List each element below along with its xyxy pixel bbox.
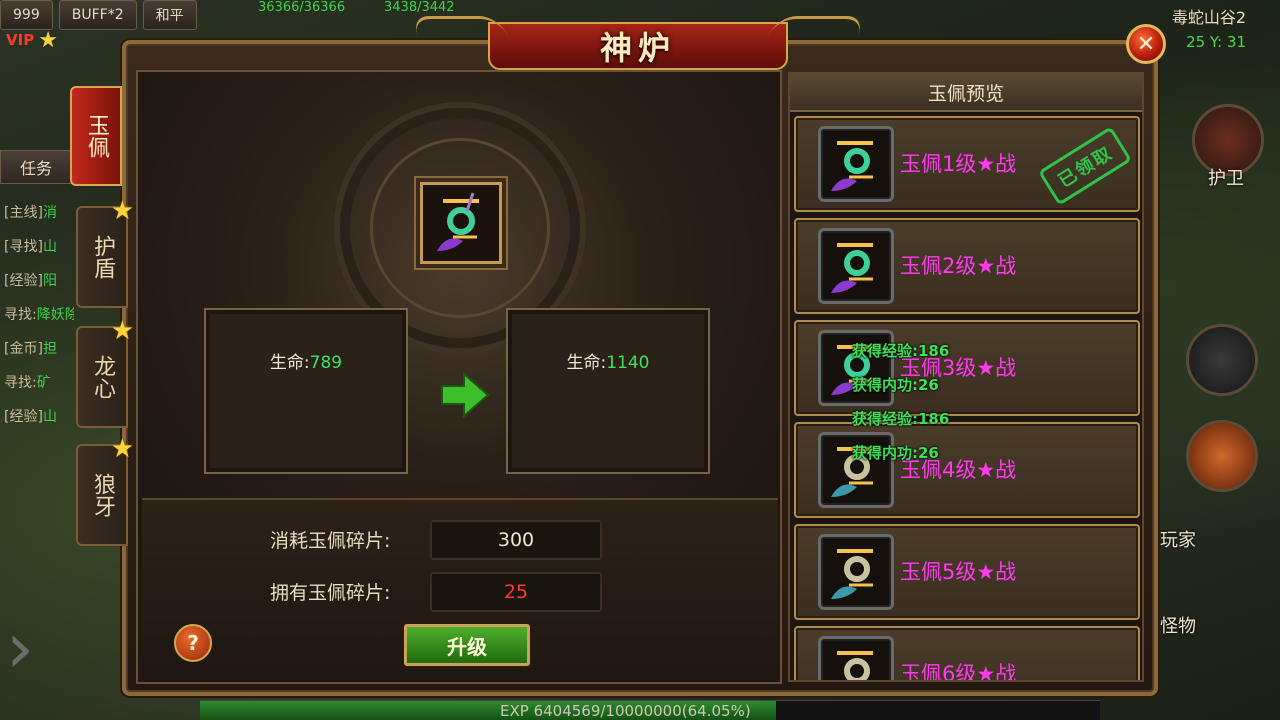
quest-text: 山 [42, 409, 57, 425]
claimed-stamp: 已领取 [1037, 126, 1133, 206]
jade-pendant-icon [818, 636, 894, 680]
preview-item[interactable]: 玉佩4级★战 [794, 422, 1140, 518]
owned-label: 拥有玉佩碎片: [270, 582, 391, 604]
quest-item[interactable]: [主线]消 [4, 196, 74, 230]
quest-tag: [寻找] [4, 239, 43, 255]
window-title-plate: 神炉 [488, 22, 788, 70]
target-monster-label[interactable]: 怪物 [1160, 612, 1196, 638]
quest-text: 阳 [42, 273, 57, 289]
jade-pendant-icon [818, 534, 894, 610]
quest-text: 消 [42, 205, 57, 221]
quest-tag: [经验] [4, 273, 43, 289]
mp-readout: 3438/3442 [384, 0, 455, 15]
buff-badge[interactable]: BUFF*2 [58, 0, 137, 30]
close-button[interactable]: ✕ [1126, 24, 1166, 64]
quest-text: 担 [42, 341, 57, 357]
quest-tag: 寻找: [4, 307, 37, 323]
stat-label: 生命: [269, 353, 310, 373]
floating-reward-text: 获得内功:26 [852, 444, 939, 462]
stat-label: 生命: [566, 353, 607, 373]
map-coordinates: 25 Y: 31 [1186, 33, 1246, 51]
cost-value: 300 [430, 520, 602, 560]
hp-readout: 36366/36366 [258, 0, 346, 15]
vip-label: VIP [6, 31, 35, 49]
quest-item[interactable]: [经验]山 [4, 400, 74, 434]
preview-item-name: 玉佩1级★战 [900, 152, 1017, 176]
quest-tab[interactable]: 任务 [0, 150, 72, 184]
star-icon: ★ [110, 316, 134, 346]
preview-item[interactable]: 玉佩6级★战 [794, 626, 1140, 682]
quest-item[interactable]: [金币]担 [4, 332, 74, 366]
preview-item[interactable]: 玉佩2级★战 [794, 218, 1140, 314]
map-name: 毒蛇山谷2 [1171, 8, 1246, 27]
upgrade-panel: 生命:789 生命:1140 消耗玉佩碎片: 300 拥有玉佩碎片: 25 ? … [136, 70, 782, 684]
upgrade-button[interactable]: 升级 [404, 624, 530, 666]
tab-shield[interactable]: ★ 护盾 [76, 196, 134, 308]
next-stat-line: 生命:1140 [508, 348, 708, 373]
jade-pendant-icon [818, 228, 894, 304]
quest-text: 降妖除魔 [36, 307, 74, 323]
skill-slot-button[interactable] [1186, 324, 1258, 396]
tab-dragon-heart[interactable]: ★ 龙心 [76, 316, 134, 428]
preview-item-name: 玉佩5级★战 [900, 560, 1017, 584]
quest-tag: 寻找: [4, 375, 37, 391]
cost-label: 消耗玉佩碎片: [270, 530, 391, 552]
exp-text: EXP 6404569/10000000(64.05%) [500, 702, 751, 720]
skill-fire-button[interactable] [1186, 420, 1258, 492]
next-stat-box: 生命:1140 [506, 308, 710, 474]
quest-list: [主线]消[寻找]山[经验]阳寻找:降妖除魔[金币]担寻找:矿[经验]山 [4, 196, 74, 434]
preview-item[interactable]: 玉佩5级★战 [794, 524, 1140, 620]
quest-tag: [主线] [4, 205, 43, 221]
star-icon: ★ [110, 434, 134, 464]
tab-label: 护盾 [90, 235, 115, 279]
floating-reward-text: 获得内功:26 [852, 376, 939, 394]
jade-pendant-icon [437, 192, 479, 251]
current-item-slot[interactable] [420, 182, 502, 264]
tab-label: 龙心 [90, 355, 115, 399]
tab-label: 玉佩 [84, 114, 109, 158]
level-badge: 999 [0, 0, 53, 30]
arrow-right-icon [441, 372, 490, 418]
cost-section: 消耗玉佩碎片: 300 拥有玉佩碎片: 25 ? 升级 [142, 498, 778, 680]
stat-value: 789 [309, 353, 343, 373]
tab-wolf-fang[interactable]: ★ 狼牙 [76, 434, 134, 546]
vip-badge[interactable]: VIP ★ [6, 27, 58, 53]
question-icon: ? [187, 631, 199, 655]
preview-panel: 玉佩预览 玉佩1级★战 已领取 玉佩2级★战 玉佩3级★战 玉佩4级★战 玉佩5级★战 玉佩… [788, 72, 1144, 682]
preview-item[interactable]: 玉佩3级★战 [794, 320, 1140, 416]
owned-value: 25 [430, 572, 602, 612]
quest-text: 矿 [36, 375, 51, 391]
quest-tag: [金币] [4, 341, 43, 357]
star-icon: ★ [110, 196, 134, 226]
help-button[interactable]: ? [174, 624, 212, 662]
quest-text: 山 [42, 239, 57, 255]
preview-item-name: 玉佩6级★战 [900, 662, 1017, 682]
window-title: 神炉 [599, 29, 676, 67]
quest-item[interactable]: 寻找:矿 [4, 366, 74, 400]
preview-item-name: 玉佩2级★战 [900, 254, 1017, 278]
guard-label: 护卫 [1208, 168, 1244, 189]
current-stat-line: 生命:789 [206, 348, 406, 373]
target-player-label[interactable]: 玩家 [1160, 526, 1196, 552]
pk-mode-button[interactable]: 和平 [142, 0, 197, 30]
stat-value: 1140 [606, 353, 650, 373]
jade-pendant-icon [818, 126, 894, 202]
preview-item[interactable]: 玉佩1级★战 已领取 [794, 116, 1140, 212]
quest-item[interactable]: [经验]阳 [4, 264, 74, 298]
floating-reward-text: 获得经验:186 [852, 342, 950, 360]
floating-reward-text: 获得经验:186 [852, 410, 950, 428]
close-icon: ✕ [1136, 31, 1156, 57]
preview-header: 玉佩预览 [790, 74, 1142, 112]
current-stat-box: 生命:789 [204, 308, 408, 474]
vip-star-icon: ★ [38, 27, 58, 53]
quest-item[interactable]: 寻找:降妖除魔 [4, 298, 74, 332]
tab-label: 狼牙 [90, 473, 115, 517]
chevron-right-icon[interactable]: › [6, 612, 46, 684]
quest-tag: [经验] [4, 409, 43, 425]
tab-jade-pendant[interactable]: 玉佩 [70, 86, 122, 186]
quest-item[interactable]: [寻找]山 [4, 230, 74, 264]
